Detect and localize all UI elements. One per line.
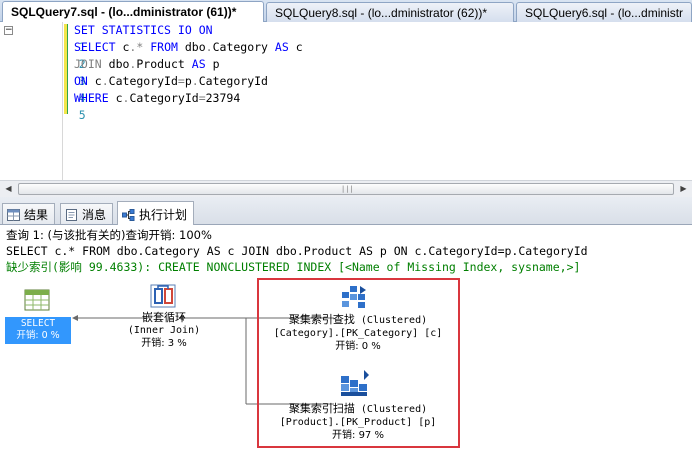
sql-token: c [115,91,123,105]
missing-index-hint[interactable]: 缺少索引(影响 99.4633): CREATE NONCLUSTERED IN… [6,260,580,275]
nested-loops-cost: 开销: 3 % [141,338,187,349]
sql-keyword: ON [198,23,213,37]
select-node-name: SELECT [20,318,56,329]
code-line: 5 WHERE c.CategoryId=23794 [0,90,240,122]
code-line: 3 JOIN dbo.Product AS p [0,56,220,88]
sql-keyword: STATISTICS [101,23,171,37]
tab-results[interactable]: 结果 [2,203,56,224]
results-tab-strip: 结果 消息 执行计划 [0,197,692,225]
sql-editor[interactable]: − 1 SET STATISTICS IO ON 2 SELECT c.* FR… [0,22,692,180]
plan-sql-text: SELECT c.* FROM dbo.Category AS c JOIN d… [6,244,588,258]
doc-tab-sqlquery6[interactable]: SQLQuery6.sql - (lo...dministr [516,2,692,22]
sql-keyword: ON [74,74,88,88]
document-tab-strip: SQLQuery7.sql - (lo...dministrator (61))… [0,0,692,23]
sql-token: CategoryId [129,91,199,105]
doc-tab-sqlquery7[interactable]: SQLQuery7.sql - (lo...dministrator (61))… [2,1,264,23]
nested-loops-subtitle: (Inner Join) [127,325,201,336]
grid-icon [7,209,20,221]
tab-results-label: 结果 [24,208,49,222]
sql-keyword: IO [177,23,192,37]
sql-token: CategoryId [108,74,178,88]
sql-keyword: SELECT [74,40,116,54]
sql-token: dbo [184,40,206,54]
grip-icon: ||| [341,185,354,193]
sql-keyword: WHERE [74,91,109,105]
sql-operator: . [205,40,213,54]
sql-token: Product [136,57,185,71]
sql-token: p [212,57,220,71]
sql-token: dbo [108,57,130,71]
highlight-annotation-box [257,278,460,448]
sql-keyword: AS [191,57,206,71]
tab-execution-plan-label: 执行计划 [139,208,188,222]
code-text: WHERE c.CategoryId=23794 [74,90,240,107]
sql-token: CategoryId [198,74,268,88]
code-line: 2 SELECT c.* FROM dbo.Category AS c [0,39,303,71]
tab-messages[interactable]: 消息 [60,203,114,224]
sql-token: 23794 [205,91,241,105]
select-node[interactable]: SELECT 开销: 0 % [5,317,71,344]
sql-operator: = [198,91,206,105]
code-text: SELECT c.* FROM dbo.Category AS c [74,39,303,56]
sql-token: c [295,40,303,54]
code-line: 4 ON c.CategoryId=p.CategoryId [0,73,268,105]
tab-execution-plan[interactable]: 执行计划 [117,201,195,225]
query-cost-line: 查询 1: (与该批有关的)查询开销: 100% [6,228,212,242]
sql-keyword: SET [74,23,95,37]
code-text: ON c.CategoryId=p.CategoryId [74,73,268,90]
sql-token: Category [212,40,268,54]
scroll-right-icon[interactable]: ▶ [675,181,692,197]
sql-keyword: FROM [150,40,178,54]
line-number: 5 [78,108,86,122]
sql-token: p [184,74,192,88]
scroll-left-icon[interactable]: ◀ [0,181,17,197]
nested-loops-node[interactable]: 嵌套循环 (Inner Join) 开销: 3 % [118,311,210,350]
doc-tab-sqlquery8[interactable]: SQLQuery8.sql - (lo...dministrator (62))… [266,2,514,22]
select-node-icon[interactable] [24,289,50,311]
tab-messages-label: 消息 [82,208,107,222]
sql-operator: . [191,74,199,88]
sql-keyword: JOIN [74,57,102,71]
select-node-cost: 开销: 0 % [16,330,60,341]
sql-keyword: AS [274,40,289,54]
message-icon [66,209,77,221]
scrollbar-thumb[interactable]: ||| [18,183,674,195]
sql-token: c [94,74,102,88]
sql-operator: . [101,74,109,88]
sql-operator: = [177,74,185,88]
editor-horizontal-scrollbar[interactable]: ◀ ||| ▶ [0,180,692,197]
code-line: 1 SET STATISTICS IO ON [0,22,213,54]
nested-loops-name: 嵌套循环 [142,311,186,324]
nested-loops-icon[interactable] [150,284,176,308]
code-text: SET STATISTICS IO ON [74,22,213,39]
code-text: JOIN dbo.Product AS p [74,56,220,73]
execution-plan-icon [122,209,135,221]
